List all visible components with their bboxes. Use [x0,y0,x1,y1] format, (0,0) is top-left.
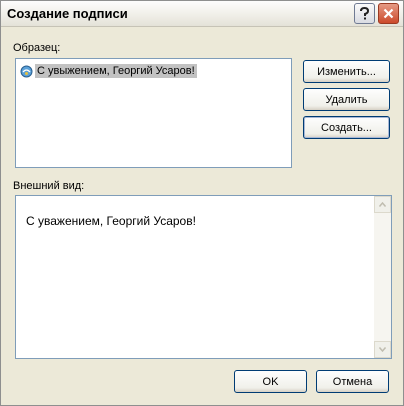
help-button[interactable] [354,3,375,24]
scroll-up-button[interactable] [374,196,391,213]
close-button[interactable] [378,3,399,24]
chevron-up-icon [379,202,386,207]
signature-dialog: Создание подписи Образец: С увыжением, Г… [0,0,404,406]
window-title: Создание подписи [7,6,128,21]
preview-text: С уважением, Георгий Усаров! [26,214,196,228]
edit-button[interactable]: Изменить... [303,60,390,83]
ok-button[interactable]: OK [234,370,307,393]
delete-button[interactable]: Удалить [303,88,390,111]
preview-label: Внешний вид: [13,180,85,192]
create-button[interactable]: Создать... [303,116,390,139]
signature-icon [20,65,33,77]
list-item-text: С увыжением, Георгий Усаров! [35,64,197,78]
sample-label: Образец: [13,42,61,54]
preview-box[interactable]: С уважением, Георгий Усаров! [15,195,392,359]
list-item[interactable]: С увыжением, Георгий Усаров! [20,63,197,79]
vertical-scrollbar[interactable] [374,196,391,358]
title-bar[interactable]: Создание подписи [1,1,403,27]
signature-list[interactable]: С увыжением, Георгий Усаров! [15,58,292,168]
cancel-button[interactable]: Отмена [316,370,389,393]
chevron-down-icon [379,347,386,352]
close-icon [383,8,394,19]
scroll-down-button[interactable] [374,341,391,358]
help-icon [360,7,370,20]
